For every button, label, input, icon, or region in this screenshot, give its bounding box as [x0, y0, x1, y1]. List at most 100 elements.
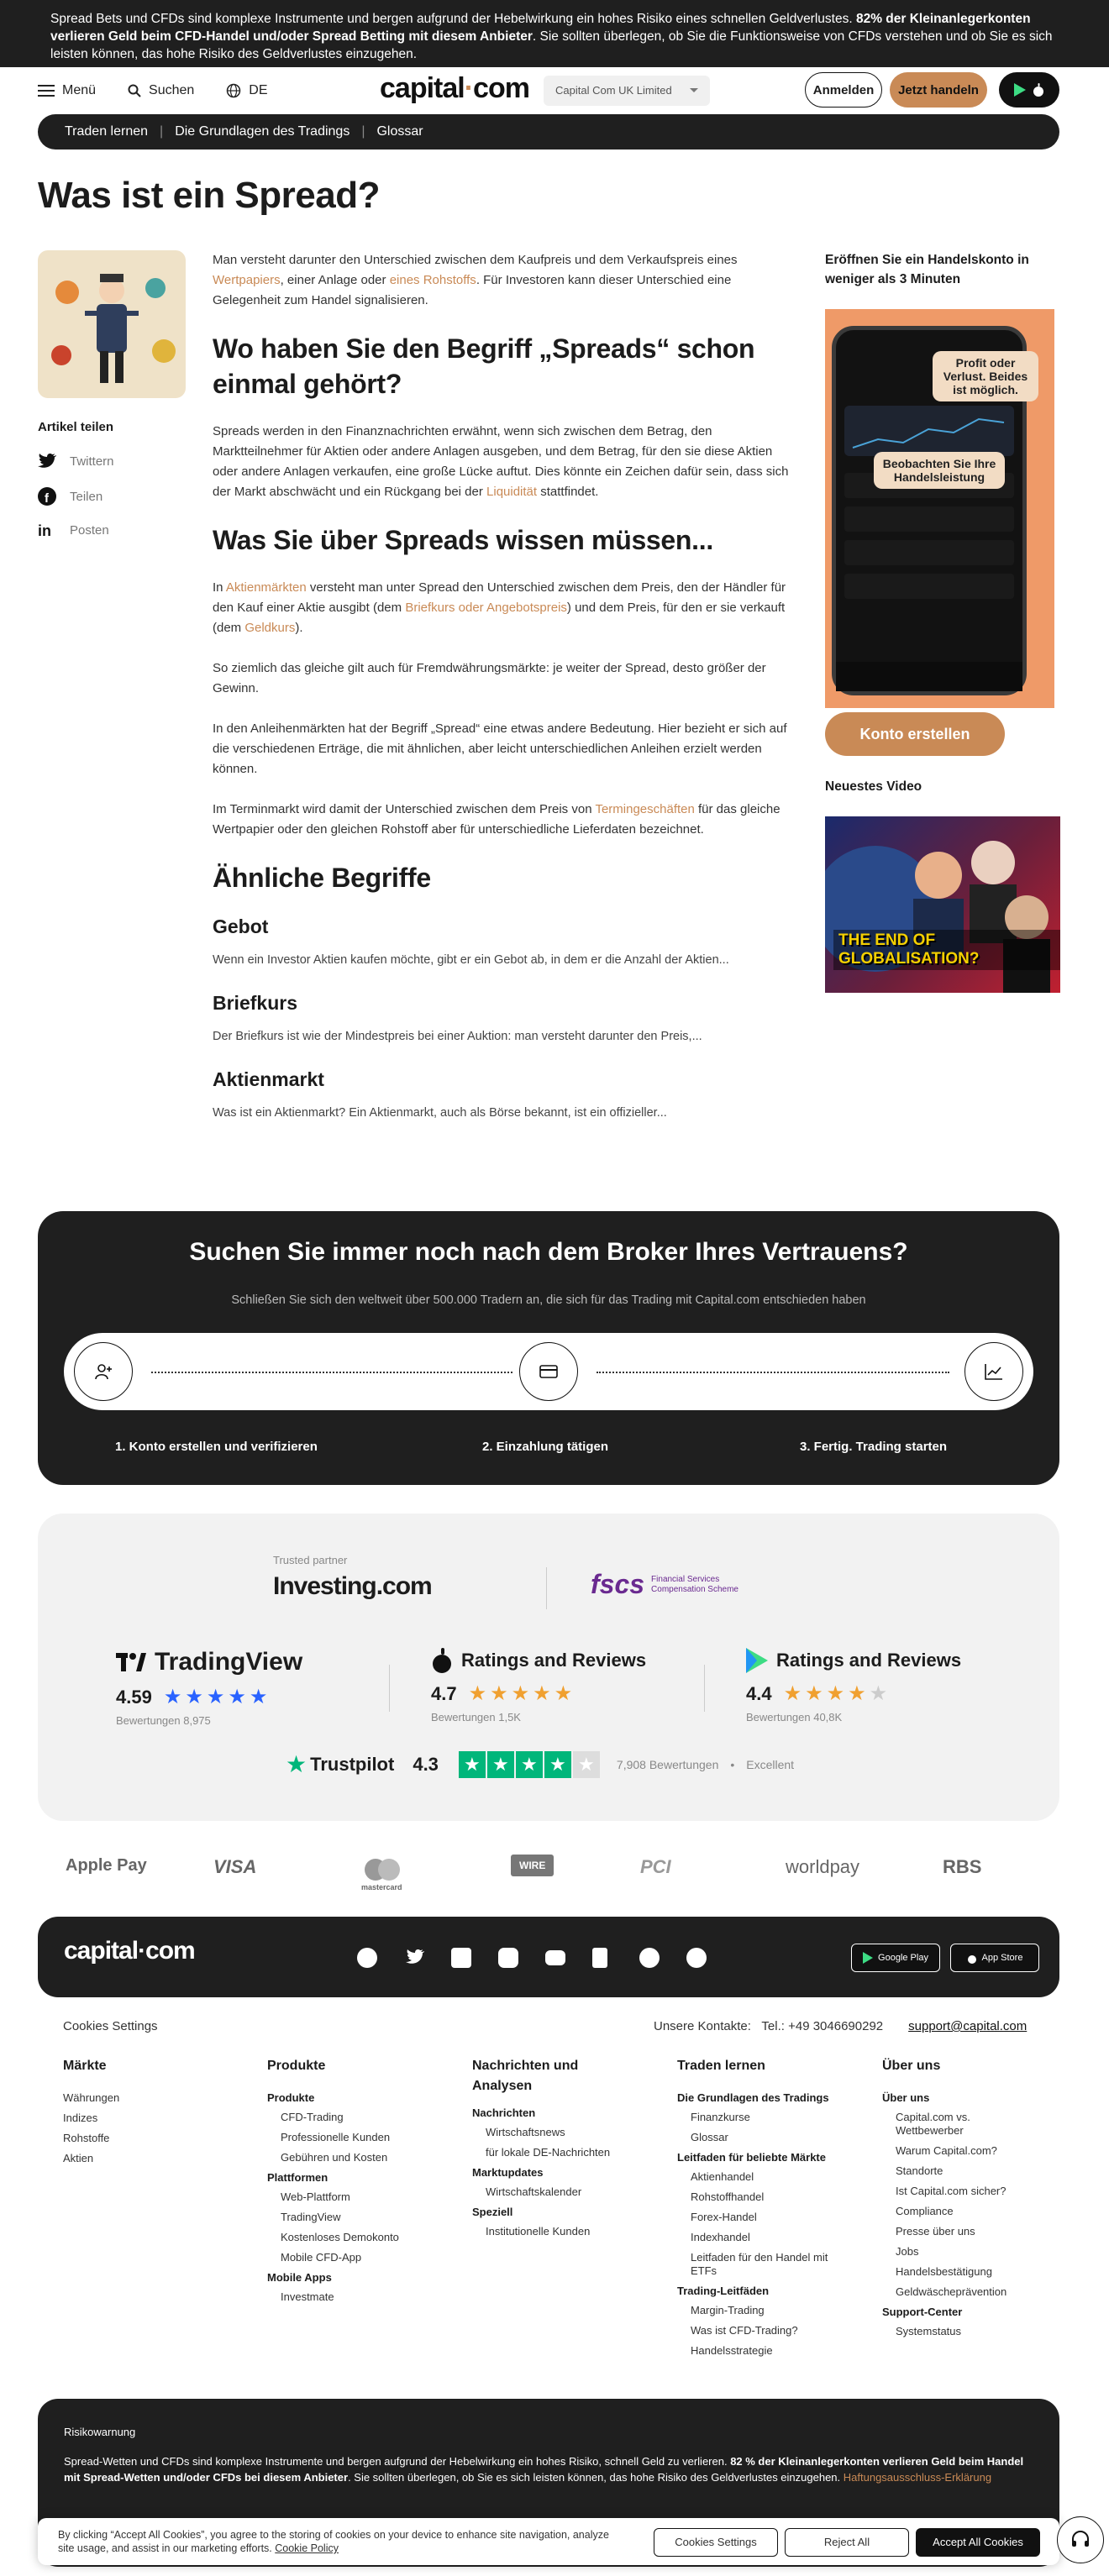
breadcrumb-item[interactable]: Glossar — [376, 124, 423, 139]
trade-now-button[interactable]: Jetzt handeln — [890, 72, 987, 108]
footer-link[interactable]: Margin-Trading — [677, 2304, 862, 2317]
footer-link[interactable]: Ist Capital.com sicher? — [882, 2185, 1050, 2198]
footer-link[interactable]: Rohstoffe — [63, 2132, 248, 2145]
cookie-policy-link[interactable]: Cookie Policy — [275, 2542, 339, 2554]
footer-link[interactable]: Warum Capital.com? — [882, 2144, 1050, 2158]
footer-link[interactable]: Standorte — [882, 2164, 1050, 2178]
facebook-icon[interactable] — [357, 1948, 377, 1968]
footer-link[interactable]: Rohstoffhandel — [677, 2190, 862, 2204]
phone-link[interactable]: Tel.: +49 3046690292 — [761, 2019, 883, 2033]
article-illustration — [38, 250, 186, 398]
create-account-button[interactable]: Konto erstellen — [825, 712, 1005, 756]
footer-link[interactable]: TradingView — [267, 2211, 452, 2224]
footer-link[interactable]: Wirtschaftskalender — [472, 2185, 657, 2199]
footer-link[interactable]: Währungen — [63, 2091, 248, 2105]
search-button[interactable]: Suchen — [128, 83, 194, 98]
footer-link[interactable]: Aktienhandel — [677, 2170, 862, 2184]
footer-link[interactable]: Was ist CFD-Trading? — [677, 2324, 862, 2337]
breadcrumb-item[interactable]: Die Grundlagen des Tradings — [175, 124, 350, 139]
app-download-button[interactable] — [999, 72, 1059, 108]
broker-cta-section: Suchen Sie immer noch nach dem Broker Ih… — [38, 1211, 1059, 1485]
footer-link[interactable]: Investmate — [267, 2290, 452, 2304]
footer-link[interactable]: Presse über uns — [882, 2225, 1050, 2238]
reddit-icon[interactable] — [639, 1948, 660, 1968]
instagram-icon[interactable] — [498, 1948, 518, 1968]
footer-link[interactable]: für lokale DE-Nachrichten — [472, 2146, 657, 2159]
site-logo[interactable]: capital·com — [380, 72, 530, 105]
app-store-badge[interactable]: App Store — [950, 1944, 1039, 1972]
footer-col-learn: Traden lernen Die Grundlagen des Trading… — [677, 2056, 862, 2364]
footer-link[interactable]: Systemstatus — [882, 2325, 1050, 2338]
rss-icon[interactable] — [686, 1948, 707, 1968]
steps-bar — [64, 1333, 1033, 1410]
email-link[interactable]: support@capital.com — [908, 2019, 1027, 2033]
breadcrumb-item[interactable]: Traden lernen — [65, 124, 148, 139]
footer-link[interactable]: Mobile CFD-App — [267, 2251, 452, 2264]
footer-link[interactable]: Wirtschaftsnews — [472, 2126, 657, 2139]
link-rohstoffs[interactable]: eines Rohstoffs — [390, 273, 476, 287]
footer-link[interactable]: Web-Plattform — [267, 2190, 452, 2204]
search-icon — [128, 84, 141, 97]
footer-link[interactable]: Indexhandel — [677, 2231, 862, 2244]
footer-link[interactable]: Leitfaden für den Handel mit ETFs — [677, 2251, 828, 2278]
footer-link[interactable]: Professionelle Kunden — [267, 2131, 452, 2144]
reject-all-button[interactable]: Reject All — [785, 2528, 909, 2557]
accept-all-button[interactable]: Accept All Cookies — [916, 2528, 1040, 2557]
headset-icon — [1070, 2530, 1091, 2550]
footer-link[interactable]: Forex-Handel — [677, 2211, 862, 2224]
cookies-settings-link[interactable]: Cookies Settings — [63, 2019, 158, 2033]
link-liquiditaet[interactable]: Liquidität — [486, 485, 537, 499]
linkedin-icon[interactable] — [451, 1948, 471, 1968]
disclaimer-link[interactable]: Haftungsausschluss-Erklärung — [844, 2471, 991, 2484]
tiktok-icon[interactable] — [592, 1948, 607, 1968]
footer-link[interactable]: Aktien — [63, 2152, 248, 2165]
youtube-icon[interactable] — [545, 1950, 565, 1965]
video-heading: Neuestes Video — [825, 779, 922, 794]
rating-stars: ★★★★★ — [783, 1682, 891, 1705]
entity-selector[interactable]: Capital Com UK Limited — [544, 76, 710, 106]
related-term[interactable]: Gebot — [213, 916, 792, 938]
footer-link[interactable]: Handelsstrategie — [677, 2344, 862, 2358]
paragraph-know-1: In Aktienmärkten versteht man unter Spre… — [213, 580, 786, 635]
footer-link[interactable]: Geldwäscheprävention — [882, 2285, 1050, 2299]
latest-video-thumbnail[interactable]: THE END OF GLOBALISATION? — [825, 816, 1060, 993]
footer-col-news: Nachrichten und Analysen Nachrichten Wir… — [472, 2056, 657, 2245]
support-chat-button[interactable] — [1057, 2516, 1104, 2563]
footer-link[interactable]: Indizes — [63, 2112, 248, 2125]
footer-logo[interactable]: capital·com — [64, 1937, 196, 1965]
share-linkedin[interactable]: in Posten — [38, 521, 109, 539]
svg-text:in: in — [38, 522, 51, 539]
footer-link[interactable]: Kostenloses Demokonto — [267, 2231, 452, 2244]
link-termingeschaeften[interactable]: Termingeschäften — [595, 802, 694, 816]
footer-link[interactable]: Glossar — [677, 2131, 862, 2144]
language-selector[interactable]: DE — [226, 83, 268, 98]
risk-warning-text: Spread-Wetten und CFDs sind komplexe Ins… — [64, 2455, 1024, 2484]
footer-link[interactable]: Jobs — [882, 2245, 1050, 2259]
link-briefkurs[interactable]: Briefkurs oder Angebotspreis — [405, 601, 567, 615]
apple-icon — [967, 1952, 977, 1964]
wire-logo: WIRE — [511, 1855, 554, 1876]
twitter-icon — [38, 454, 56, 469]
footer-link[interactable]: Compliance — [882, 2205, 1050, 2218]
related-term[interactable]: Briefkurs — [213, 992, 792, 1015]
footer-link[interactable]: Handelsbestätigung — [882, 2265, 1050, 2279]
footer-link[interactable]: CFD-Trading — [267, 2111, 452, 2124]
login-button[interactable]: Anmelden — [805, 72, 882, 108]
link-geldkurs[interactable]: Geldkurs — [244, 621, 295, 635]
site-header: Menü Suchen DE capital·com Capital Com U… — [0, 67, 1109, 114]
share-facebook[interactable]: f Teilen — [38, 487, 102, 506]
footer-link[interactable]: Finanzkurse — [677, 2111, 862, 2124]
footer-link[interactable]: Capital.com vs. Wettbewerber — [882, 2111, 1008, 2138]
cookie-settings-button[interactable]: Cookies Settings — [654, 2528, 778, 2557]
related-term[interactable]: Aktienmarkt — [213, 1068, 792, 1091]
share-twitter[interactable]: Twittern — [38, 454, 114, 469]
link-aktienmaerkten[interactable]: Aktienmärkten — [226, 580, 307, 595]
page-title: Was ist ein Spread? — [38, 175, 380, 216]
google-play-badge[interactable]: Google Play — [851, 1944, 940, 1972]
footer-link[interactable]: Gebühren und Kosten — [267, 2151, 452, 2164]
menu-button[interactable]: Menü — [38, 83, 96, 98]
trustpilot-stars: ★ ★ ★ ★ ★ — [458, 1750, 600, 1778]
link-wertpapiers[interactable]: Wertpapiers — [213, 273, 281, 287]
menu-label: Menü — [62, 83, 97, 97]
footer-link[interactable]: Institutionelle Kunden — [472, 2225, 657, 2238]
